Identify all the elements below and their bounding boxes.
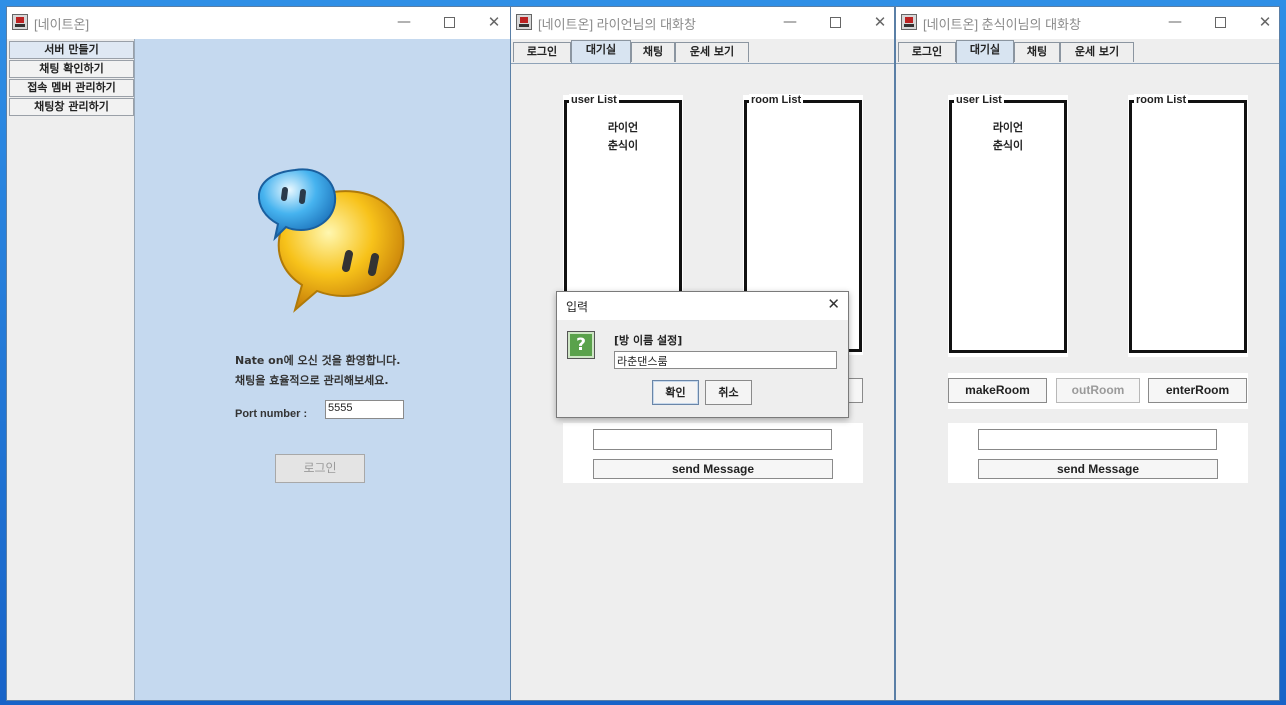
tab-fortune[interactable]: 운세 보기 bbox=[675, 42, 749, 62]
chat-tab-bar: 로그인 대기실 채팅 운세 보기 bbox=[896, 39, 1279, 64]
dialog-titlebar[interactable]: 입력 ✕ bbox=[557, 292, 848, 320]
enter-room-button[interactable]: enterRoom bbox=[1148, 378, 1247, 403]
chat-window-titlebar[interactable]: [네이트온] 춘식이님의 대화창 — ✕ bbox=[896, 7, 1279, 39]
tab-manage-members[interactable]: 접속 멤버 관리하기 bbox=[9, 79, 134, 97]
window-title: [네이트온] 라이언님의 대화창 bbox=[538, 17, 696, 32]
chat-window-chunsik: [네이트온] 춘식이님의 대화창 — ✕ 로그인 대기실 채팅 운세 보기 us… bbox=[895, 6, 1280, 701]
room-list-label: room List bbox=[749, 94, 804, 106]
minimize-icon[interactable]: — bbox=[393, 11, 415, 33]
tab-waiting-room[interactable]: 대기실 bbox=[571, 40, 631, 63]
maximize-icon[interactable] bbox=[1209, 11, 1231, 33]
dialog-title: 입력 bbox=[566, 300, 589, 314]
message-input[interactable] bbox=[978, 429, 1217, 450]
welcome-message-line2: 채팅을 효율적으로 관리해보세요. bbox=[235, 374, 389, 387]
list-item[interactable]: 라이언 bbox=[952, 119, 1064, 135]
java-app-icon bbox=[516, 14, 532, 30]
message-input[interactable] bbox=[593, 429, 832, 450]
send-message-button[interactable]: send Message bbox=[978, 459, 1218, 479]
send-message-button[interactable]: send Message bbox=[593, 459, 833, 479]
list-item[interactable]: 춘식이 bbox=[567, 137, 679, 153]
ok-button[interactable]: 확인 bbox=[652, 380, 699, 405]
chat-tab-bar: 로그인 대기실 채팅 운세 보기 bbox=[511, 39, 894, 64]
room-list-label: room List bbox=[1134, 94, 1189, 106]
tab-chat[interactable]: 채팅 bbox=[631, 42, 675, 62]
partially-hidden-button[interactable] bbox=[847, 378, 863, 403]
close-icon[interactable]: ✕ bbox=[483, 11, 505, 33]
list-item[interactable]: 춘식이 bbox=[952, 137, 1064, 153]
server-main-panel: Nate on에 오신 것을 환영합니다. 채팅을 효율적으로 관리해보세요. … bbox=[135, 39, 510, 700]
room-name-input[interactable]: 라춘댄스룸 bbox=[614, 351, 837, 369]
java-app-icon bbox=[901, 14, 917, 30]
maximize-icon[interactable] bbox=[824, 11, 846, 33]
nateon-logo-icon bbox=[257, 168, 405, 313]
window-title: [네이트온] bbox=[34, 17, 90, 32]
dialog-message: [방 이름 설정] bbox=[614, 334, 683, 347]
server-side-tabs: 서버 만들기 채팅 확인하기 접속 멤버 관리하기 채팅창 관리하기 bbox=[8, 39, 135, 700]
room-name-dialog: 입력 ✕ ? [방 이름 설정] 라춘댄스룸 확인 취소 bbox=[556, 291, 849, 418]
tab-waiting-room[interactable]: 대기실 bbox=[956, 40, 1014, 63]
chat-window-titlebar[interactable]: [네이트온] 라이언님의 대화창 — ✕ bbox=[511, 7, 894, 39]
port-number-label: Port number : bbox=[235, 408, 308, 420]
java-app-icon bbox=[12, 14, 28, 30]
tab-login[interactable]: 로그인 bbox=[513, 42, 571, 62]
question-icon: ? bbox=[567, 331, 595, 359]
tab-create-server[interactable]: 서버 만들기 bbox=[9, 41, 134, 59]
close-icon[interactable]: ✕ bbox=[869, 11, 891, 33]
close-icon[interactable]: ✕ bbox=[1254, 11, 1276, 33]
minimize-icon[interactable]: — bbox=[1164, 11, 1186, 33]
user-list-box[interactable]: user List 라이언 춘식이 bbox=[949, 94, 1067, 353]
tab-login[interactable]: 로그인 bbox=[898, 42, 956, 62]
server-window-titlebar[interactable]: [네이트온] — ✕ bbox=[7, 7, 510, 39]
tab-fortune[interactable]: 운세 보기 bbox=[1060, 42, 1134, 62]
tab-check-chat[interactable]: 채팅 확인하기 bbox=[9, 60, 134, 78]
minimize-icon[interactable]: — bbox=[779, 11, 801, 33]
welcome-message-line1: Nate on에 오신 것을 환영합니다. bbox=[235, 354, 401, 367]
out-room-button[interactable]: outRoom bbox=[1056, 378, 1140, 403]
tab-chat[interactable]: 채팅 bbox=[1014, 42, 1060, 62]
user-list-label: user List bbox=[954, 94, 1004, 106]
list-item[interactable]: 라이언 bbox=[567, 119, 679, 135]
maximize-icon[interactable] bbox=[438, 11, 460, 33]
make-room-button[interactable]: makeRoom bbox=[948, 378, 1047, 403]
room-list-box[interactable]: room List bbox=[1129, 94, 1247, 353]
server-login-button[interactable]: 로그인 bbox=[275, 454, 365, 483]
close-icon[interactable]: ✕ bbox=[827, 295, 840, 313]
window-title: [네이트온] 춘식이님의 대화창 bbox=[923, 17, 1081, 32]
port-number-input[interactable]: 5555 bbox=[325, 400, 404, 419]
server-window: [네이트온] — ✕ 서버 만들기 채팅 확인하기 접속 멤버 관리하기 채팅창… bbox=[6, 6, 511, 701]
cancel-button[interactable]: 취소 bbox=[705, 380, 752, 405]
user-list-label: user List bbox=[569, 94, 619, 106]
tab-manage-chat-windows[interactable]: 채팅창 관리하기 bbox=[9, 98, 134, 116]
